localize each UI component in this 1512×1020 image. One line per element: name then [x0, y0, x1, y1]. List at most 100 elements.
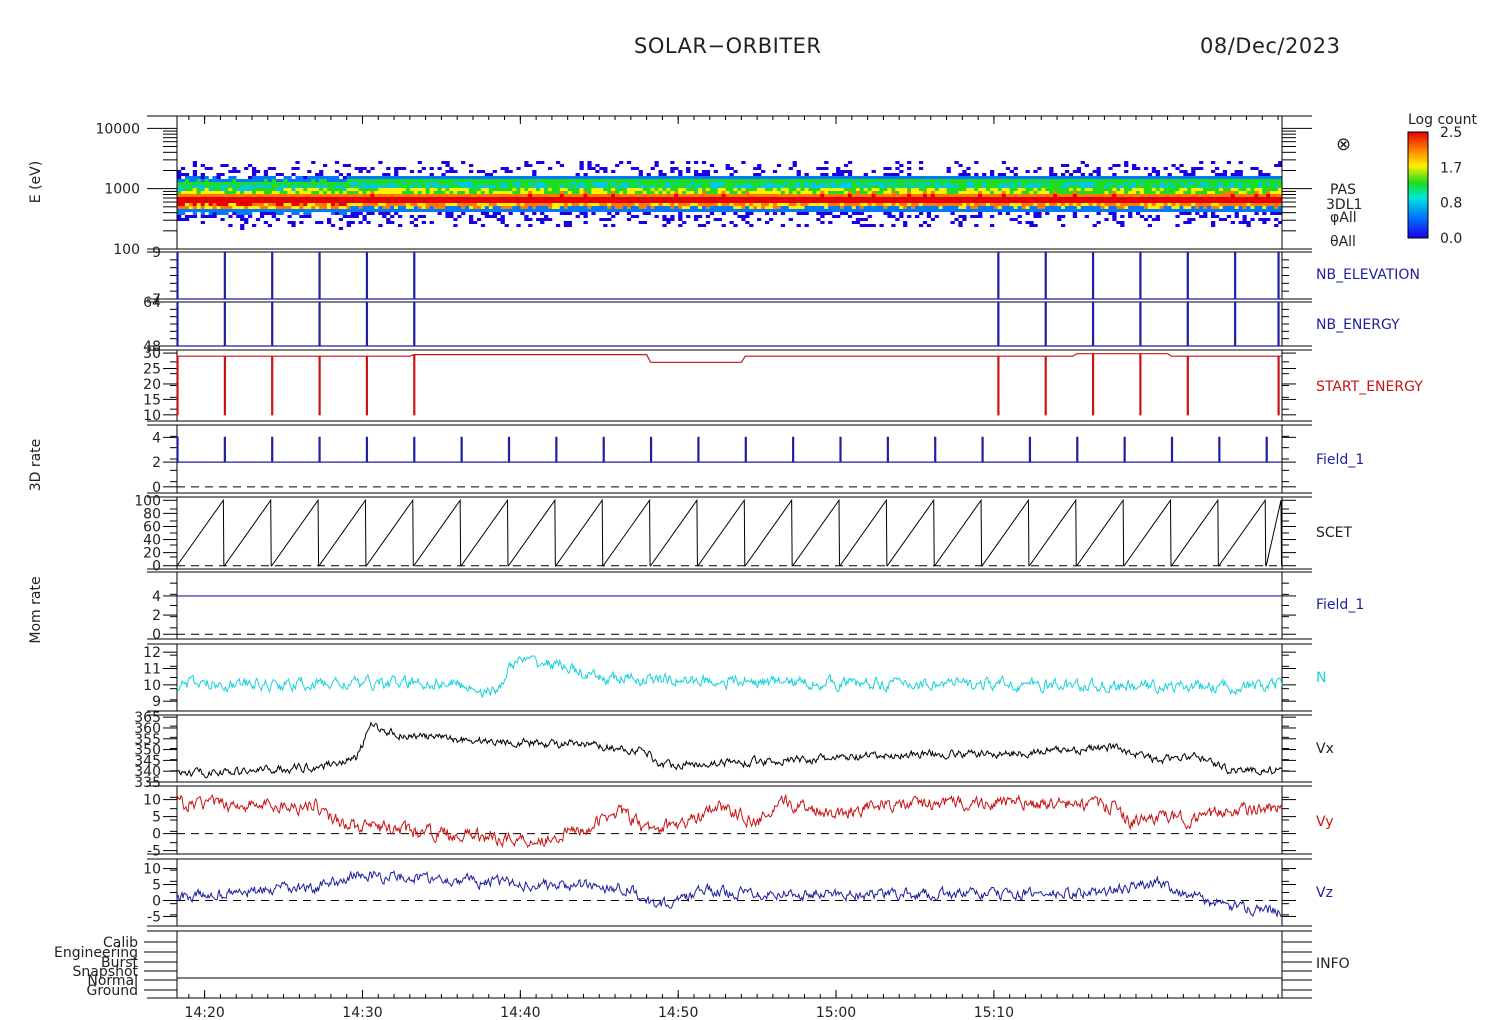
spectrogram-cell — [701, 224, 707, 227]
spectrogram-cell — [1017, 200, 1022, 203]
spectrogram-cell — [354, 212, 359, 215]
spectrogram-cell — [1167, 188, 1172, 191]
spectrogram-cell — [871, 209, 876, 212]
spectrogram-cell — [879, 185, 884, 188]
spectrogram-cell — [836, 179, 841, 182]
spectrogram-cell — [682, 203, 687, 206]
spectrogram-cell — [682, 179, 687, 182]
x-tick-label: 14:40 — [500, 1005, 540, 1020]
spectrogram-cell — [1238, 173, 1243, 176]
spectrogram-cell — [204, 209, 209, 212]
spectrogram-cell — [248, 209, 253, 212]
spectrogram-cell — [859, 191, 864, 194]
spectrogram-cell — [224, 212, 229, 215]
spectrogram-cell — [619, 203, 624, 206]
spectrogram-cell — [1234, 194, 1239, 197]
spectrogram-cell — [709, 185, 715, 188]
spectrogram-cell — [749, 224, 754, 227]
spectrogram-cell — [851, 194, 857, 197]
spectrogram-cell — [828, 194, 833, 197]
spectrogram-cell — [1017, 197, 1022, 200]
spectrogram-cell — [449, 179, 454, 182]
spectrogram-cell — [1218, 191, 1224, 194]
spectrogram-cell — [619, 161, 624, 164]
spectrogram-cell — [492, 194, 497, 197]
spectrogram-cell — [1053, 179, 1058, 182]
spectrogram-cell — [1222, 191, 1228, 194]
spectrogram-cell — [461, 194, 466, 197]
spectrogram-cell — [670, 188, 675, 191]
spectrogram-cell — [615, 179, 620, 182]
spectrogram-cell — [338, 194, 344, 197]
spectrogram-cell — [480, 185, 486, 188]
spectrogram-cell — [1064, 206, 1070, 209]
spectrogram-cell — [516, 200, 521, 203]
spectrogram-cell — [907, 173, 912, 176]
spectrogram-cell — [670, 185, 675, 188]
spectrogram-cell — [622, 194, 628, 197]
spectrogram-cell — [1151, 209, 1157, 212]
spectrogram-cell — [765, 176, 770, 179]
spectrogram-cell — [583, 212, 588, 215]
spectrogram-cell — [1033, 182, 1038, 185]
spectrogram-cell — [855, 197, 861, 200]
spectrogram-cell — [473, 203, 478, 206]
spectrogram-cell — [441, 173, 446, 176]
spectrogram-cell — [346, 224, 351, 227]
spectrogram-cell — [232, 176, 237, 179]
spectrogram-cell — [528, 176, 533, 179]
spectrogram-cell — [1203, 209, 1208, 212]
spectrogram-cell — [871, 206, 876, 209]
spectrogram-cell — [267, 191, 273, 194]
y-tick-label: 20 — [143, 377, 161, 393]
spectrogram-cell — [1266, 191, 1271, 194]
spectrogram-cell — [192, 164, 198, 167]
spectrogram-cell — [1045, 191, 1050, 194]
spectrogram-cell — [1132, 200, 1137, 203]
spectrogram-cell — [180, 212, 186, 215]
spectrogram-cell — [808, 209, 813, 212]
spectrogram-cell — [1005, 176, 1011, 179]
spectrogram-cell — [220, 197, 225, 200]
spectrogram-cell — [615, 185, 620, 188]
spectrogram-cell — [816, 194, 821, 197]
spectrogram-cell — [749, 194, 754, 197]
spectrogram-cell — [1175, 200, 1180, 203]
spectrogram-cell — [1128, 197, 1133, 200]
spectrogram-cell — [899, 212, 904, 215]
spectrogram-cell — [1191, 185, 1196, 188]
spectrogram-cell — [911, 185, 916, 188]
spectrogram-cell — [958, 215, 963, 218]
spectrogram-cell — [188, 185, 194, 188]
spectrogram-cell — [1068, 203, 1074, 206]
spectrogram-cell — [1096, 182, 1101, 185]
spectrogram-cell — [236, 182, 241, 185]
spectrogram-cell — [275, 212, 280, 215]
spectrogram-cell — [930, 191, 936, 194]
spectrogram-cell — [843, 209, 849, 212]
spectrogram-cell — [267, 176, 273, 179]
spectrogram-cell — [753, 176, 758, 179]
N-line — [176, 655, 1283, 699]
spectrogram-cell — [1041, 194, 1046, 197]
spectrogram-cell — [690, 206, 695, 209]
spectrogram-cell — [993, 194, 999, 197]
spectrogram-cell — [934, 197, 939, 200]
spectrogram-cell — [1084, 188, 1089, 191]
spectrogram-cell — [350, 197, 355, 200]
spectrogram-cell — [394, 185, 399, 188]
spectrogram-cell — [390, 200, 395, 203]
spectrogram-cell — [192, 179, 198, 182]
spectrogram-cell — [1147, 200, 1153, 203]
spectrogram-cell — [307, 179, 312, 182]
spectrogram-cell — [394, 170, 399, 173]
spectrogram-cell — [1246, 203, 1251, 206]
spectrogram-cell — [686, 176, 691, 179]
spectrogram-cell — [950, 185, 955, 188]
spectrogram-cell — [713, 185, 718, 188]
spectrogram-cell — [1262, 179, 1267, 182]
spectrogram-cell — [824, 212, 829, 215]
spectrogram-cell — [555, 191, 561, 194]
spectrogram-cell — [350, 188, 355, 191]
spectrogram-cell — [772, 209, 778, 212]
